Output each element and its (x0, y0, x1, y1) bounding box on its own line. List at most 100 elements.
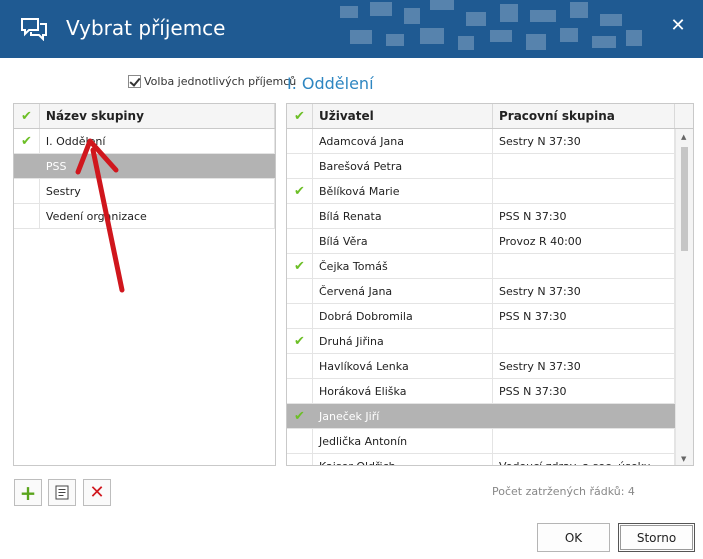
window-title: Vybrat příjemce (66, 16, 226, 40)
users-grid: ✔ Uživatel Pracovní skupina Adamcová Jan… (286, 103, 694, 466)
workgroup-cell (493, 404, 675, 428)
title-bar: Vybrat příjemce ✕ (0, 0, 703, 58)
table-row[interactable]: Dobrá Dobromila PSS N 37:30 (287, 304, 693, 329)
groups-grid-body: ✔ I. Oddělení PSS Sestry Vedení organizace (14, 129, 275, 229)
user-name-cell: Barešová Petra (313, 154, 493, 178)
row-check-cell[interactable] (287, 154, 313, 178)
individual-recipients-option[interactable]: Volba jednotlivých příjemců (128, 75, 296, 88)
workgroup-cell (493, 179, 675, 203)
ok-button[interactable]: OK (537, 523, 610, 552)
table-row[interactable]: ✔ Druhá Jiřina (287, 329, 693, 354)
row-check-cell[interactable] (14, 154, 40, 178)
row-check-cell[interactable] (14, 179, 40, 203)
table-row[interactable]: Kaiser Oldřich Vedoucí zdrav. a soc. úsek… (287, 454, 693, 465)
individual-recipients-checkbox[interactable] (128, 75, 141, 88)
group-name-cell: Vedení organizace (40, 204, 275, 228)
row-check-cell[interactable] (287, 454, 313, 465)
close-button[interactable]: ✕ (667, 15, 689, 41)
table-row[interactable]: Bílá Věra Provoz R 40:00 (287, 229, 693, 254)
row-check-cell[interactable] (287, 129, 313, 153)
check-icon: ✔ (294, 333, 305, 349)
group-name-cell: PSS (40, 154, 275, 178)
table-row[interactable]: Bílá Renata PSS N 37:30 (287, 204, 693, 229)
row-check-cell[interactable] (14, 204, 40, 228)
workgroup-cell: Provoz R 40:00 (493, 229, 675, 253)
users-user-column-header[interactable]: Uživatel (313, 104, 493, 128)
table-row[interactable]: ✔ I. Oddělení (14, 129, 275, 154)
selected-group-heading: I. Oddělení (287, 74, 374, 93)
users-scrollbar[interactable]: ▲ ▼ (675, 129, 693, 465)
table-row[interactable]: Barešová Petra (287, 154, 693, 179)
workgroup-cell (493, 154, 675, 178)
scroll-up-arrow-icon[interactable]: ▲ (681, 133, 686, 141)
table-row[interactable]: ✔ Janeček Jiří (287, 404, 693, 429)
user-name-cell: Adamcová Jana (313, 129, 493, 153)
title-bar-pattern (340, 0, 642, 50)
user-name-cell: Dobrá Dobromila (313, 304, 493, 328)
workgroup-cell: PSS N 37:30 (493, 304, 675, 328)
check-icon: ✔ (21, 108, 32, 124)
check-icon: ✔ (294, 258, 305, 274)
users-check-all[interactable]: ✔ (287, 104, 313, 128)
row-check-cell[interactable] (287, 429, 313, 453)
table-row[interactable]: Adamcová Jana Sestry N 37:30 (287, 129, 693, 154)
user-name-cell: Horáková Eliška (313, 379, 493, 403)
user-name-cell: Bílá Věra (313, 229, 493, 253)
cancel-button[interactable]: Storno (618, 523, 695, 552)
edit-group-button[interactable] (48, 479, 76, 506)
table-row[interactable]: PSS (14, 154, 275, 179)
row-check-cell[interactable]: ✔ (14, 129, 40, 153)
edit-list-icon (55, 485, 69, 500)
row-check-cell[interactable]: ✔ (287, 254, 313, 278)
user-name-cell: Druhá Jiřina (313, 329, 493, 353)
table-row[interactable]: Horáková Eliška PSS N 37:30 (287, 379, 693, 404)
check-icon: ✔ (294, 183, 305, 199)
table-row[interactable]: ✔ Čejka Tomáš (287, 254, 693, 279)
table-row[interactable]: ✔ Bělíková Marie (287, 179, 693, 204)
row-check-cell[interactable]: ✔ (287, 179, 313, 203)
row-check-cell[interactable] (287, 279, 313, 303)
checked-rows-count: Počet zatržených řádků: 4 (492, 485, 635, 498)
workgroup-cell: Sestry N 37:30 (493, 354, 675, 378)
row-check-cell[interactable]: ✔ (287, 404, 313, 428)
table-row[interactable]: Jedlička Antonín (287, 429, 693, 454)
user-name-cell: Bílá Renata (313, 204, 493, 228)
user-name-cell: Kaiser Oldřich (313, 454, 493, 465)
table-row[interactable]: Vedení organizace (14, 204, 275, 229)
plus-icon: + (19, 480, 37, 505)
user-name-cell: Janeček Jiří (313, 404, 493, 428)
scroll-down-arrow-icon[interactable]: ▼ (681, 455, 686, 463)
group-name-cell: Sestry (40, 179, 275, 203)
workgroup-cell (493, 429, 675, 453)
individual-recipients-label: Volba jednotlivých příjemců (144, 75, 297, 88)
table-row[interactable]: Sestry (14, 179, 275, 204)
groups-grid: ✔ Název skupiny ✔ I. Oddělení PSS Sestry Ved… (13, 103, 276, 466)
check-icon: ✔ (294, 108, 305, 124)
workgroup-cell: PSS N 37:30 (493, 379, 675, 403)
scroll-thumb[interactable] (681, 147, 688, 251)
chat-bubbles-icon (21, 18, 47, 41)
groups-grid-header: ✔ Název skupiny (14, 104, 275, 129)
check-icon: ✔ (21, 133, 32, 149)
delete-x-icon: ✕ (89, 481, 105, 503)
workgroup-cell (493, 254, 675, 278)
row-check-cell[interactable] (287, 304, 313, 328)
workgroup-cell: Vedoucí zdrav. a soc. úseku (493, 454, 675, 465)
row-check-cell[interactable] (287, 204, 313, 228)
add-group-button[interactable]: + (14, 479, 42, 506)
users-workgroup-column-header[interactable]: Pracovní skupina (493, 104, 675, 128)
row-check-cell[interactable] (287, 379, 313, 403)
check-icon: ✔ (294, 408, 305, 424)
row-check-cell[interactable] (287, 354, 313, 378)
table-row[interactable]: Havlíková Lenka Sestry N 37:30 (287, 354, 693, 379)
user-name-cell: Čejka Tomáš (313, 254, 493, 278)
user-name-cell: Bělíková Marie (313, 179, 493, 203)
groups-name-column-header[interactable]: Název skupiny (40, 104, 275, 128)
row-check-cell[interactable] (287, 229, 313, 253)
user-name-cell: Červená Jana (313, 279, 493, 303)
user-name-cell: Jedlička Antonín (313, 429, 493, 453)
delete-group-button[interactable]: ✕ (83, 479, 111, 506)
groups-check-all[interactable]: ✔ (14, 104, 40, 128)
table-row[interactable]: Červená Jana Sestry N 37:30 (287, 279, 693, 304)
row-check-cell[interactable]: ✔ (287, 329, 313, 353)
